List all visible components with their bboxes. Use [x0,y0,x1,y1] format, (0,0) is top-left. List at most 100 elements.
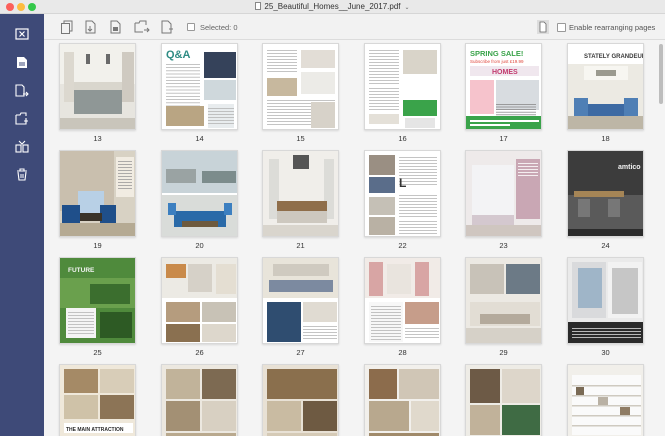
thumbnail-text: Subscribe from just £19.99 [470,59,524,64]
page-thumbnail[interactable] [262,43,339,130]
page-preview-image [162,258,237,343]
page-preview-image [365,44,440,129]
page-preview-image [568,258,643,343]
page-number: 19 [93,241,102,250]
page-number: 28 [398,348,407,357]
page-thumbnail[interactable] [59,43,136,130]
page-preview-image: THE MAIN ATTRACTION [60,365,135,436]
page-thumbnail[interactable] [364,257,441,344]
page-thumbnail[interactable] [262,257,339,344]
page-preview-image [365,365,440,436]
page-preview-image [60,44,135,129]
enable-rearranging-checkbox[interactable] [557,23,566,32]
scrollbar[interactable] [659,44,663,104]
page-number: 23 [499,241,508,250]
page-thumbnail[interactable] [567,257,644,344]
replace-icon [134,20,150,33]
close-document-button[interactable] [13,26,30,41]
page-number: 26 [195,348,204,357]
insert-page-button[interactable] [13,83,30,98]
page-thumbnail[interactable] [567,364,644,436]
extract-button[interactable] [84,20,98,34]
title-bar: 25_Beautiful_Homes__June_2017.pdf ⌄ [0,0,665,14]
copy-page-icon [61,20,73,34]
page-preview-image [263,44,338,129]
page-preview-image [263,365,338,436]
page-number: 13 [93,134,102,143]
document-icon [255,2,262,10]
delete-page-button[interactable] [13,167,30,182]
replace-page-icon [14,112,28,125]
page-view-icon [537,20,549,34]
enable-rearranging-label: Enable rearranging pages [569,23,656,32]
page-thumbnail[interactable] [161,150,238,237]
page-thumbnail[interactable] [364,364,441,436]
extract-page-icon [16,57,27,68]
page-thumbnail[interactable] [262,150,339,237]
page-thumbnail[interactable] [161,364,238,436]
copy-page-button[interactable] [60,20,74,34]
page-preview-image [162,365,237,436]
page-number: 24 [601,241,610,250]
page-thumbnail[interactable]: SPRING SALE! Subscribe from just £19.99 HO… [465,43,542,130]
page-thumbnail[interactable] [465,364,542,436]
page-number: 20 [195,241,204,250]
page-preview-image: FUTURE [60,258,135,343]
page-number: 16 [398,134,407,143]
page-preview-image: Q&A [162,44,237,129]
page-preview-image [60,151,135,236]
page-preview-image [466,151,541,236]
insert-button[interactable] [109,20,123,34]
page-thumbnail[interactable]: amtico [567,150,644,237]
thumbnail-text: L [399,176,406,190]
page-thumbnail[interactable]: FUTURE [59,257,136,344]
window-title-text: 25_Beautiful_Homes__June_2017.pdf [264,2,401,11]
extract-page-button[interactable] [13,55,30,70]
replace-page-button[interactable] [13,111,30,126]
page-preview-image [466,365,541,436]
page-number: 27 [296,348,305,357]
page-preview-image: SPRING SALE!Subscribe from just £19.99 HO… [466,44,541,129]
insert-icon [110,20,121,34]
replace-button[interactable] [134,20,150,34]
page-view-button[interactable] [537,20,551,34]
thumbnail-text: amtico [618,164,641,171]
page-number: 14 [195,134,204,143]
select-all-checkbox[interactable] [187,23,195,31]
rotate-icon [161,20,173,34]
page-thumbnail[interactable] [465,257,542,344]
page-preview-image: STATELY GRANDEUR [568,44,644,129]
thumbnail-text: SPRING SALE! [470,49,523,58]
page-thumbnail[interactable] [161,257,238,344]
chevron-down-icon[interactable]: ⌄ [405,5,410,11]
page-number: 15 [296,134,305,143]
thumbnail-text: HOMES [492,69,518,76]
page-preview-image [263,258,338,343]
page-thumbnail[interactable]: Q&A [161,43,238,130]
split-page-button[interactable] [13,139,30,154]
rotate-button[interactable] [160,20,174,34]
page-thumbnail[interactable] [262,364,339,436]
extract-icon [85,20,96,34]
page-thumbnail[interactable] [465,150,542,237]
page-number: 30 [601,348,610,357]
page-number: 29 [499,348,508,357]
page-number: 21 [296,241,305,250]
split-page-icon [14,140,29,153]
page-thumbnail[interactable]: STATELY GRANDEUR [567,43,644,130]
selected-count: Selected: 0 [200,23,238,32]
thumbnail-text: STATELY GRANDEUR [584,54,644,60]
page-thumbnail[interactable]: THE MAIN ATTRACTION [59,364,136,436]
trash-icon [16,168,27,181]
thumbnail-text: FUTURE [68,267,95,274]
page-preview-image [263,151,338,236]
page-preview-image: L [365,151,440,236]
page-number: 22 [398,241,407,250]
page-thumbnail[interactable] [59,150,136,237]
toolbar: Selected: 0 Enable rearranging pages [44,14,665,40]
page-thumbnail[interactable]: L [364,150,441,237]
thumbnail-text: THE MAIN ATTRACTION [66,427,124,433]
insert-page-icon [14,84,29,97]
sidebar [0,14,44,436]
page-thumbnail[interactable] [364,43,441,130]
